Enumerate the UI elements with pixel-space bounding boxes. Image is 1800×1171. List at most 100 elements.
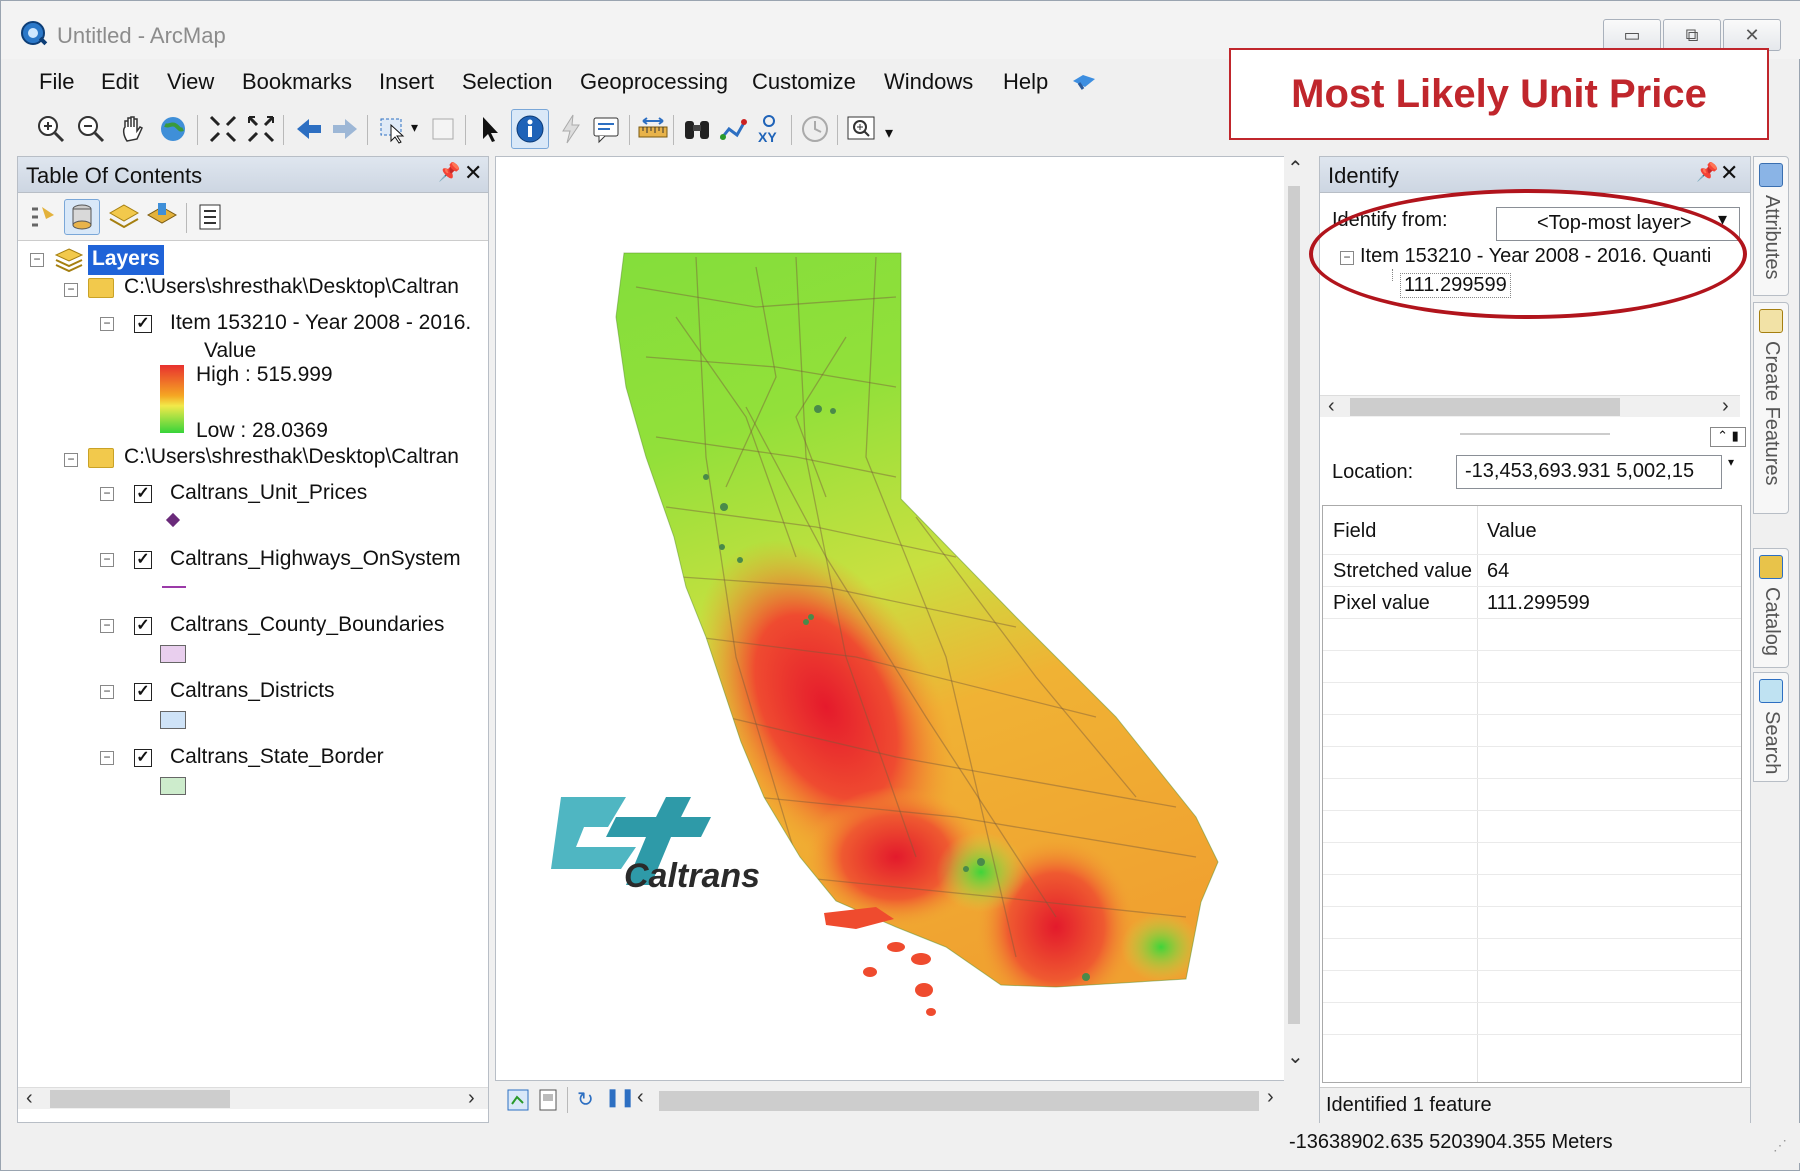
scroll-right-icon[interactable]: › bbox=[1267, 1086, 1274, 1109]
collapse-group2-button[interactable]: − bbox=[64, 453, 78, 467]
full-extent-icon[interactable] bbox=[157, 113, 189, 145]
scroll-up-icon[interactable]: ⌃ bbox=[1287, 156, 1304, 181]
tab-attributes[interactable]: Attributes bbox=[1753, 156, 1789, 296]
options-icon[interactable] bbox=[194, 201, 226, 233]
fixed-zoom-in-icon[interactable] bbox=[207, 113, 239, 145]
layer-visibility-checkbox[interactable]: ✓ bbox=[134, 485, 152, 503]
location-units-dropdown-icon[interactable]: ▾ bbox=[1728, 455, 1734, 469]
time-slider-icon[interactable] bbox=[799, 113, 831, 145]
table-row-field[interactable]: Stretched value bbox=[1333, 560, 1472, 583]
back-extent-icon[interactable] bbox=[293, 113, 325, 145]
location-field[interactable]: -13,453,693.931 5,002,15 bbox=[1456, 455, 1722, 489]
scroll-thumb[interactable] bbox=[1288, 186, 1300, 1024]
find-icon[interactable] bbox=[681, 113, 713, 145]
scroll-thumb[interactable] bbox=[1350, 398, 1620, 416]
list-by-visibility-icon[interactable] bbox=[108, 201, 140, 233]
raster-layer-name[interactable]: Item 153210 - Year 2008 - 2016. bbox=[170, 311, 471, 335]
collapse-layer-button[interactable]: − bbox=[100, 751, 114, 765]
identify-icon[interactable] bbox=[514, 113, 546, 145]
expand-collapse-icon[interactable]: ⌃ ▮ bbox=[1710, 427, 1746, 447]
scroll-right-icon[interactable]: › bbox=[468, 1087, 475, 1110]
collapse-layer-button[interactable]: − bbox=[100, 487, 114, 501]
list-by-source-icon[interactable] bbox=[66, 201, 98, 233]
scroll-left-icon[interactable]: ‹ bbox=[637, 1086, 644, 1109]
table-row-value[interactable]: 111.299599 bbox=[1487, 592, 1590, 615]
map-horizontal-scroll-thumb[interactable] bbox=[659, 1091, 1259, 1111]
pause-drawing-icon[interactable]: ❚❚ bbox=[605, 1087, 635, 1108]
scroll-left-icon[interactable]: ‹ bbox=[1328, 395, 1335, 418]
layer-name[interactable]: Caltrans_Highways_OnSystem bbox=[170, 547, 461, 571]
california-heatmap[interactable]: Caltrans bbox=[496, 157, 1302, 1080]
map-display[interactable]: Caltrans bbox=[495, 156, 1303, 1081]
menu-selection[interactable]: Selection bbox=[462, 69, 553, 95]
html-popup-icon[interactable] bbox=[591, 113, 623, 145]
scroll-down-icon[interactable]: ⌄ bbox=[1287, 1044, 1304, 1069]
menu-geoprocessing[interactable]: Geoprocessing bbox=[580, 69, 728, 95]
menu-windows[interactable]: Windows bbox=[884, 69, 973, 95]
layer-visibility-checkbox[interactable]: ✓ bbox=[134, 749, 152, 767]
help-whats-this-icon[interactable] bbox=[1071, 71, 1097, 93]
toolbar-overflow-icon[interactable]: ▾ bbox=[885, 123, 893, 143]
find-route-icon[interactable] bbox=[717, 113, 749, 145]
menu-insert[interactable]: Insert bbox=[379, 69, 434, 95]
layer-name[interactable]: Caltrans_County_Boundaries bbox=[170, 613, 444, 637]
scroll-thumb[interactable] bbox=[50, 1090, 230, 1108]
minimize-button[interactable]: ▭ bbox=[1603, 19, 1661, 51]
collapse-layers-button[interactable]: − bbox=[30, 253, 44, 267]
menu-help[interactable]: Help bbox=[1003, 69, 1048, 95]
pin-icon[interactable]: 📌 bbox=[438, 162, 460, 183]
layer-visibility-checkbox[interactable]: ✓ bbox=[134, 617, 152, 635]
collapse-raster-button[interactable]: − bbox=[100, 317, 114, 331]
results-horizontal-scrollbar[interactable]: ‹ › bbox=[1320, 395, 1740, 417]
fixed-zoom-out-icon[interactable] bbox=[245, 113, 277, 145]
group2-path[interactable]: C:\Users\shresthak\Desktop\Caltran bbox=[124, 445, 459, 469]
close-icon[interactable]: ✕ bbox=[1720, 160, 1738, 186]
select-features-icon[interactable] bbox=[377, 113, 409, 145]
close-icon[interactable]: ✕ bbox=[464, 160, 482, 186]
collapse-layer-button[interactable]: − bbox=[100, 685, 114, 699]
layer-visibility-checkbox[interactable]: ✓ bbox=[134, 683, 152, 701]
clear-selection-icon[interactable] bbox=[427, 113, 459, 145]
layers-root-label[interactable]: Layers bbox=[88, 245, 164, 275]
list-by-drawing-order-icon[interactable] bbox=[26, 201, 58, 233]
table-row-value[interactable]: 64 bbox=[1487, 560, 1509, 583]
maximize-button[interactable]: ⧉ bbox=[1663, 19, 1721, 51]
measure-icon[interactable] bbox=[637, 113, 669, 145]
hyperlink-icon[interactable] bbox=[555, 113, 587, 145]
layer-name[interactable]: Caltrans_Unit_Prices bbox=[170, 481, 367, 505]
group1-path[interactable]: C:\Users\shresthak\Desktop\Caltran bbox=[124, 275, 459, 299]
menu-bookmarks[interactable]: Bookmarks bbox=[242, 69, 352, 95]
menu-file[interactable]: File bbox=[39, 69, 74, 95]
toc-horizontal-scrollbar[interactable]: ‹ › bbox=[18, 1087, 488, 1109]
scroll-left-icon[interactable]: ‹ bbox=[26, 1087, 33, 1110]
raster-visibility-checkbox[interactable]: ✓ bbox=[134, 315, 152, 333]
tab-search[interactable]: Search bbox=[1753, 672, 1789, 782]
forward-extent-icon[interactable] bbox=[329, 113, 361, 145]
table-row-field[interactable]: Pixel value bbox=[1333, 592, 1430, 615]
splitter[interactable] bbox=[1460, 433, 1610, 435]
menu-customize[interactable]: Customize bbox=[752, 69, 856, 95]
go-to-xy-icon[interactable]: XY bbox=[753, 113, 785, 145]
pin-icon[interactable]: 📌 bbox=[1696, 162, 1718, 183]
zoom-out-icon[interactable] bbox=[75, 113, 107, 145]
layer-name[interactable]: Caltrans_State_Border bbox=[170, 745, 384, 769]
collapse-layer-button[interactable]: − bbox=[100, 553, 114, 567]
close-button[interactable]: ✕ bbox=[1723, 19, 1781, 51]
zoom-in-icon[interactable] bbox=[35, 113, 67, 145]
tab-catalog[interactable]: Catalog bbox=[1753, 548, 1789, 668]
resize-grip-icon[interactable]: ⋰ bbox=[1773, 1137, 1787, 1154]
list-by-selection-icon[interactable] bbox=[146, 201, 178, 233]
scroll-right-icon[interactable]: › bbox=[1722, 395, 1729, 418]
select-dropdown-arrow-icon[interactable]: ▾ bbox=[411, 119, 418, 136]
refresh-icon[interactable]: ↻ bbox=[577, 1087, 594, 1112]
map-vertical-scrollbar[interactable]: ⌃ ⌄ bbox=[1284, 156, 1304, 1081]
layout-view-icon[interactable] bbox=[537, 1089, 559, 1111]
collapse-group1-button[interactable]: − bbox=[64, 283, 78, 297]
pan-icon[interactable] bbox=[117, 113, 149, 145]
layer-visibility-checkbox[interactable]: ✓ bbox=[134, 551, 152, 569]
viewer-window-icon[interactable] bbox=[845, 113, 877, 145]
data-view-icon[interactable] bbox=[507, 1089, 529, 1111]
layer-name[interactable]: Caltrans_Districts bbox=[170, 679, 335, 703]
menu-view[interactable]: View bbox=[167, 69, 214, 95]
tab-create-features[interactable]: Create Features bbox=[1753, 302, 1789, 514]
